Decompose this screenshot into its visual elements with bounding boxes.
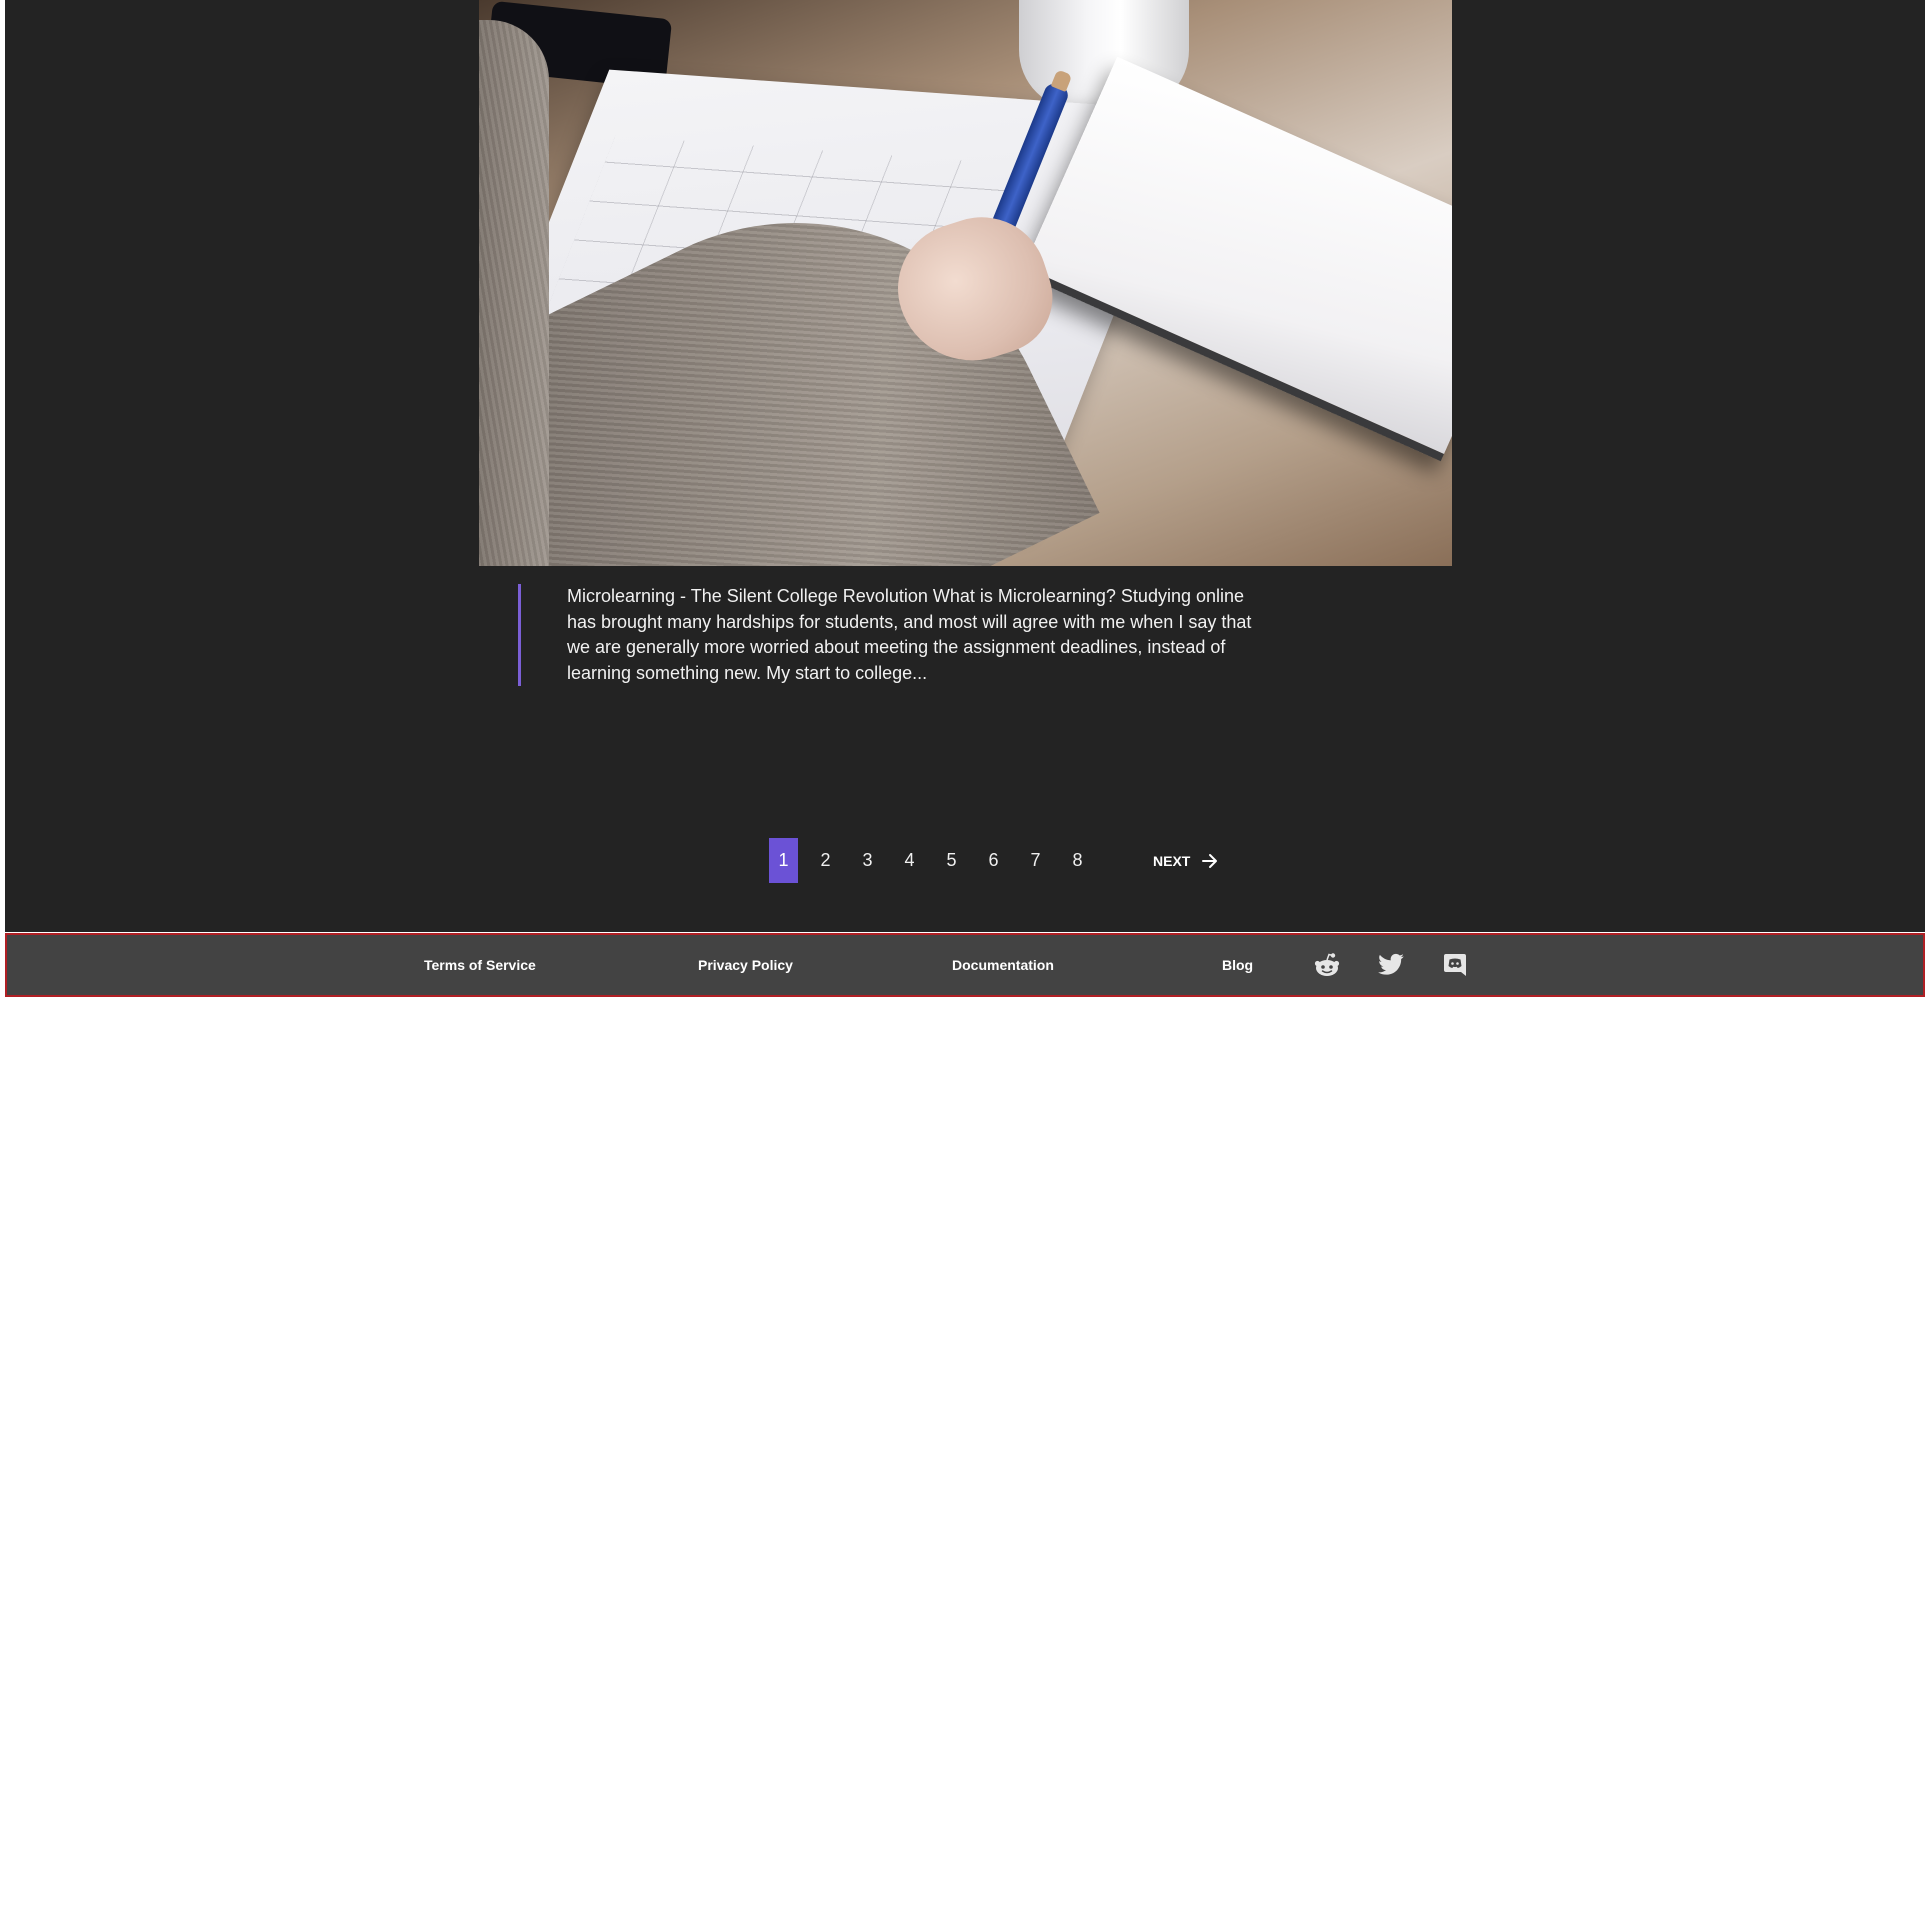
blog-page: Microlearning - The Silent College Revol… [5,0,1925,932]
discord-icon[interactable] [1441,951,1469,979]
footer-link-blog[interactable]: Blog [1222,935,1253,995]
page-number-6[interactable]: 6 [979,838,1008,883]
twitter-icon[interactable] [1377,951,1405,979]
page-number-7[interactable]: 7 [1021,838,1050,883]
page-number-2[interactable]: 2 [811,838,840,883]
site-footer: Terms of Service Privacy Policy Document… [5,933,1925,997]
post-excerpt-text: Microlearning - The Silent College Revol… [567,586,1252,683]
footer-link-documentation[interactable]: Documentation [952,935,1054,995]
next-page-button[interactable]: NEXT [1153,838,1220,883]
page-number-3[interactable]: 3 [853,838,882,883]
arrow-right-icon [1200,851,1220,871]
footer-link-privacy[interactable]: Privacy Policy [698,935,793,995]
reddit-icon[interactable] [1313,951,1341,979]
post-excerpt: Microlearning - The Silent College Revol… [518,584,1278,686]
page-number-1[interactable]: 1 [769,838,798,883]
footer-link-terms[interactable]: Terms of Service [424,935,536,995]
page-number-8[interactable]: 8 [1063,838,1092,883]
next-page-label: NEXT [1153,852,1191,869]
post-hero-image[interactable] [479,0,1452,566]
page-number-5[interactable]: 5 [937,838,966,883]
pagination: 12345678 NEXT [769,838,1220,883]
page-number-4[interactable]: 4 [895,838,924,883]
hero-image-sleeve [479,20,549,566]
